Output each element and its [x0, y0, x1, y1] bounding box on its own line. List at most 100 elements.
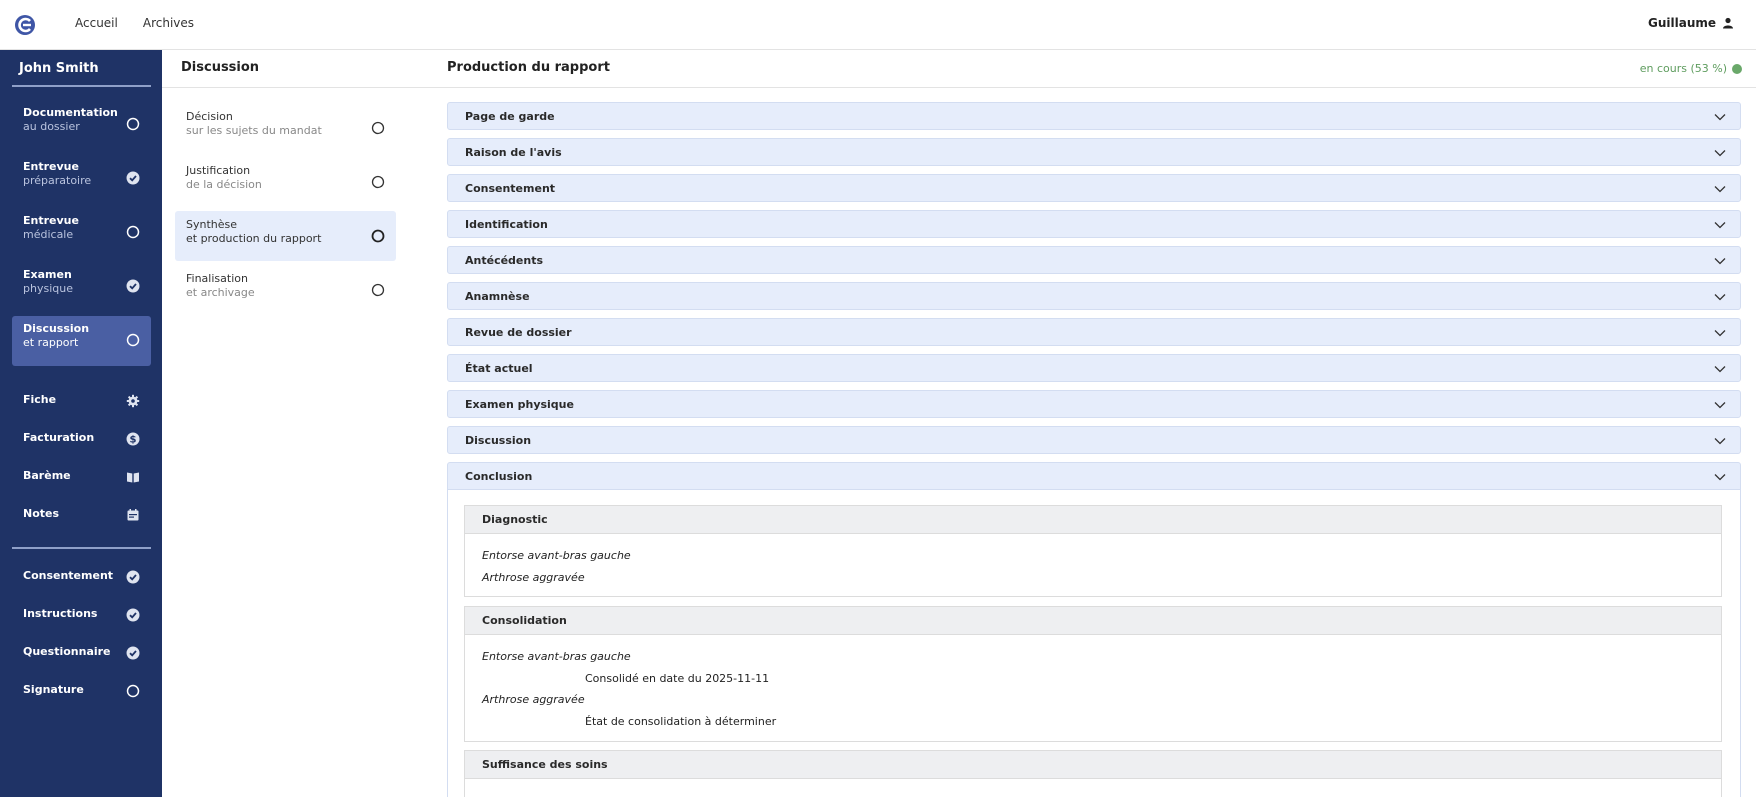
- sidebar-item-signature[interactable]: Signature: [12, 677, 151, 705]
- sidebar-divider: [12, 547, 151, 549]
- chevron-down-icon: [1714, 294, 1726, 301]
- card-title: Suffisance des soins: [465, 751, 1721, 779]
- substep-decision[interactable]: Décision sur les sujets du mandat: [175, 103, 396, 153]
- substep-title: Synthèse: [186, 218, 238, 231]
- chevron-down-icon: [1714, 474, 1726, 481]
- accordion-label: État actuel: [465, 362, 533, 375]
- accordion-label: Discussion: [465, 434, 532, 447]
- accordion-section[interactable]: Revue de dossier: [447, 318, 1741, 346]
- accordion-section[interactable]: Page de garde: [447, 102, 1741, 130]
- menu-label: Facturation: [23, 431, 95, 444]
- substep-title: Justification: [186, 164, 251, 177]
- status-text: en cours (53 %): [1639, 62, 1727, 75]
- sidebar-item-consentement[interactable]: Consentement: [12, 563, 151, 591]
- substep-subtitle: et production du rapport: [186, 232, 322, 245]
- menu-label: Barème: [23, 469, 71, 482]
- step-title: Examen: [23, 268, 72, 281]
- step-title: Documentation: [23, 106, 118, 119]
- sidebar-item-notes[interactable]: Notes: [12, 501, 151, 529]
- check-circle-icon: [126, 279, 140, 293]
- nav-accueil[interactable]: Accueil: [75, 16, 118, 30]
- sidebar-item-bareme[interactable]: Barème: [12, 463, 151, 491]
- patient-name: John Smith: [19, 61, 99, 76]
- chevron-down-icon: [1714, 186, 1726, 193]
- sidebar: John Smith Documentation au dossier Entr…: [0, 50, 162, 797]
- user-menu[interactable]: Guillaume: [1648, 16, 1734, 30]
- sidebar-item-questionnaire[interactable]: Questionnaire: [12, 639, 151, 667]
- substep-finalisation[interactable]: Finalisation et archivage: [175, 265, 396, 315]
- diagnostic-card: Diagnostic Entorse avant-bras gauche Art…: [464, 505, 1722, 597]
- sidebar-item-facturation[interactable]: Facturation $: [12, 425, 151, 453]
- step-subtitle: et rapport: [23, 336, 79, 349]
- accordion-label: Identification: [465, 218, 548, 231]
- step-title: Entrevue: [23, 214, 79, 227]
- step-title: Entrevue: [23, 160, 79, 173]
- sidebar-step-entrevue-preparatoire[interactable]: Entrevue préparatoire: [12, 154, 151, 204]
- accordion-section[interactable]: Examen physique: [447, 390, 1741, 418]
- check-circle-icon: [126, 171, 140, 185]
- sidebar-divider: [12, 85, 151, 87]
- substep-justification[interactable]: Justification de la décision: [175, 157, 396, 207]
- consolidation-card: Consolidation Entorse avant-bras gauche …: [464, 606, 1722, 742]
- top-bar: Accueil Archives Guillaume: [0, 0, 1756, 50]
- circle-open-icon: [371, 283, 385, 297]
- sidebar-item-fiche[interactable]: Fiche: [12, 387, 151, 415]
- step-subtitle: préparatoire: [23, 174, 92, 187]
- diagnostic-item: Arthrose aggravée: [482, 571, 585, 584]
- top-nav: Accueil Archives: [75, 16, 194, 30]
- accordion-label: Revue de dossier: [465, 326, 572, 339]
- circle-open-icon: [371, 175, 385, 189]
- chevron-down-icon: [1714, 222, 1726, 229]
- accordion-label: Antécédents: [465, 254, 544, 267]
- consolidation-detail: État de consolidation à déterminer: [585, 715, 777, 728]
- step-subtitle: physique: [23, 282, 73, 295]
- user-icon: [1723, 17, 1733, 29]
- report-header: Production du rapport en cours (53 %): [422, 50, 1756, 88]
- svg-text:$: $: [130, 435, 137, 446]
- accordion-label: Anamnèse: [465, 290, 530, 303]
- substep-title: Décision: [186, 110, 233, 123]
- sidebar-step-documentation[interactable]: Documentation au dossier: [12, 100, 151, 150]
- accordion-section[interactable]: Antécédents: [447, 246, 1741, 274]
- user-name: Guillaume: [1647, 16, 1716, 30]
- book-icon: [127, 472, 139, 483]
- circle-open-icon: [371, 229, 385, 243]
- accordion-section[interactable]: Anamnèse: [447, 282, 1741, 310]
- menu-label: Notes: [23, 507, 60, 520]
- circle-open-icon: [126, 225, 140, 239]
- check-circle-icon: [126, 646, 140, 660]
- substep-synthese[interactable]: Synthèse et production du rapport: [175, 211, 396, 261]
- menu-label: Signature: [23, 683, 84, 696]
- chevron-down-icon: [1714, 114, 1726, 121]
- circle-open-icon: [126, 117, 140, 131]
- accordion-section[interactable]: Raison de l'avis: [447, 138, 1741, 166]
- accordion-section[interactable]: Identification: [447, 210, 1741, 238]
- sidebar-item-instructions[interactable]: Instructions: [12, 601, 151, 629]
- chevron-down-icon: [1714, 150, 1726, 157]
- chevron-down-icon: [1714, 330, 1726, 337]
- nav-archives[interactable]: Archives: [143, 16, 194, 30]
- circle-open-icon: [126, 684, 140, 698]
- sidebar-step-entrevue-medicale[interactable]: Entrevue médicale: [12, 208, 151, 258]
- accordion-section[interactable]: Conclusion: [447, 462, 1741, 490]
- diagnostic-item: Entorse avant-bras gauche: [482, 549, 631, 562]
- consolidation-detail: Consolidé en date du 2025-11-11: [585, 672, 770, 685]
- step-subtitle: au dossier: [23, 120, 80, 133]
- accordion-label: Consentement: [465, 182, 556, 195]
- app-logo-icon[interactable]: [14, 14, 36, 36]
- report-status: en cours (53 %): [1640, 62, 1742, 75]
- chevron-down-icon: [1714, 402, 1726, 409]
- consolidation-item: Entorse avant-bras gauche: [482, 650, 631, 663]
- accordion-section[interactable]: Discussion: [447, 426, 1741, 454]
- step-title: Discussion: [23, 322, 90, 335]
- menu-label: Consentement: [23, 569, 114, 582]
- sidebar-step-examen-physique[interactable]: Examen physique: [12, 262, 151, 312]
- accordion-label: Raison de l'avis: [465, 146, 562, 159]
- report-title: Production du rapport: [447, 60, 610, 75]
- accordion-section[interactable]: État actuel: [447, 354, 1741, 382]
- substep-subtitle: de la décision: [186, 178, 262, 191]
- sidebar-step-discussion[interactable]: Discussion et rapport: [12, 316, 151, 366]
- accordion-section[interactable]: Consentement: [447, 174, 1741, 202]
- accordion-label: Page de garde: [465, 110, 555, 123]
- consolidation-item: Arthrose aggravée: [482, 693, 585, 706]
